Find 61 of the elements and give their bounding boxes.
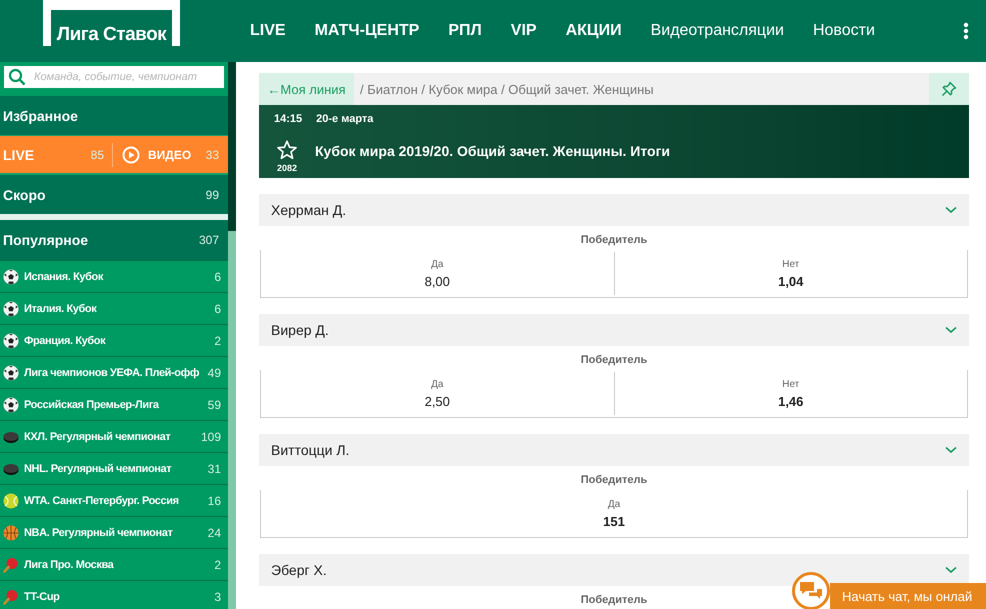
basketball-icon (3, 524, 19, 540)
market-title: Победитель (580, 234, 648, 246)
nav-link[interactable]: МАТЧ-ЦЕНТР (314, 22, 420, 40)
sidebar-item[interactable]: TT-Cup 3 (0, 580, 228, 609)
participant-header[interactable]: Виттоцци Л. (259, 434, 969, 466)
search-icon (8, 68, 26, 86)
odds-button[interactable]: Да 2,50 (261, 372, 614, 415)
chevron-down-icon (945, 206, 957, 214)
chevron-down-icon (945, 446, 957, 454)
odds-button[interactable]: Да 8,00 (261, 252, 614, 295)
sidebar-item[interactable]: Российская Премьер-Лига 59 (0, 388, 228, 420)
logo[interactable]: Лига Ставок (43, 0, 180, 46)
market-title: Победитель (580, 474, 648, 486)
nav-link[interactable]: АКЦИИ (566, 22, 622, 40)
event-title: Кубок мира 2019/20. Общий зачет. Женщины. Итоги (315, 143, 670, 159)
odds-button[interactable]: Нет 1,46 (614, 372, 967, 415)
pin-button[interactable] (929, 73, 969, 105)
sidebar-item[interactable]: WTA. Санкт-Петербург. Россия 16 (0, 484, 228, 516)
football-icon (3, 332, 19, 348)
nav-link[interactable]: LIVE (250, 22, 286, 40)
play-icon (122, 146, 140, 164)
sidebar-item[interactable]: Избранное (0, 96, 228, 136)
nav-link[interactable]: VIP (510, 22, 537, 40)
sidebar-item[interactable]: NHL. Регулярный чемпионат 31 (0, 452, 228, 484)
sidebar-item[interactable]: Популярное 307 (0, 220, 228, 260)
table-tennis-icon (3, 588, 19, 604)
chat-icon (799, 581, 823, 601)
football-icon (3, 268, 19, 284)
event-date: 20-е марта (316, 113, 374, 125)
nav-link[interactable]: Видеотрансляции (650, 22, 784, 40)
participant-header[interactable]: Вирер Д. (259, 314, 969, 346)
participant-header[interactable]: Херрман Д. (259, 194, 969, 226)
more-menu-icon[interactable] (963, 22, 969, 40)
market-title: Победитель (580, 594, 648, 606)
football-icon (3, 364, 19, 380)
sidebar-item[interactable]: КХЛ. Регулярный чемпионат 109 (0, 420, 228, 452)
breadcrumb: / Биатлон / Кубок мира / Общий зачет. Женщины (359, 80, 655, 99)
sidebar-item[interactable]: Лига Про. Москва 2 (0, 548, 228, 580)
chevron-down-icon (945, 566, 957, 574)
sidebar-item[interactable]: Франция. Кубок 2 (0, 324, 228, 356)
nav-link[interactable]: Новости (812, 22, 875, 40)
event-time: 14:15 (274, 113, 302, 125)
market-title: Победитель (580, 354, 648, 366)
scrollbar-thumb[interactable] (228, 62, 236, 231)
star-icon[interactable] (276, 139, 298, 161)
sidebar-item[interactable]: Италия. Кубок 6 (0, 292, 228, 324)
chevron-down-icon (945, 326, 957, 334)
sidebar-item[interactable]: Испания. Кубок 6 (0, 260, 228, 292)
table-tennis-icon (3, 556, 19, 572)
football-icon (3, 300, 19, 316)
football-icon (3, 396, 19, 412)
sidebar-item[interactable]: Лига чемпионов УЕФА. Плей-офф 49 (0, 356, 228, 388)
favorites-count: 2082 (276, 163, 298, 173)
odds-button[interactable]: Нет 1,04 (614, 252, 967, 295)
sidebar-item[interactable]: Скоро 99 (0, 175, 228, 214)
pin-icon (941, 81, 957, 97)
tennis-icon (3, 492, 19, 508)
search-field[interactable]: Команда, событие, чемпионат (4, 66, 224, 88)
nav-link[interactable]: РПЛ (448, 22, 482, 40)
participant-header[interactable]: Эберг Х. (259, 554, 969, 586)
sidebar-item[interactable]: NBA. Регулярный чемпионат 24 (0, 516, 228, 548)
